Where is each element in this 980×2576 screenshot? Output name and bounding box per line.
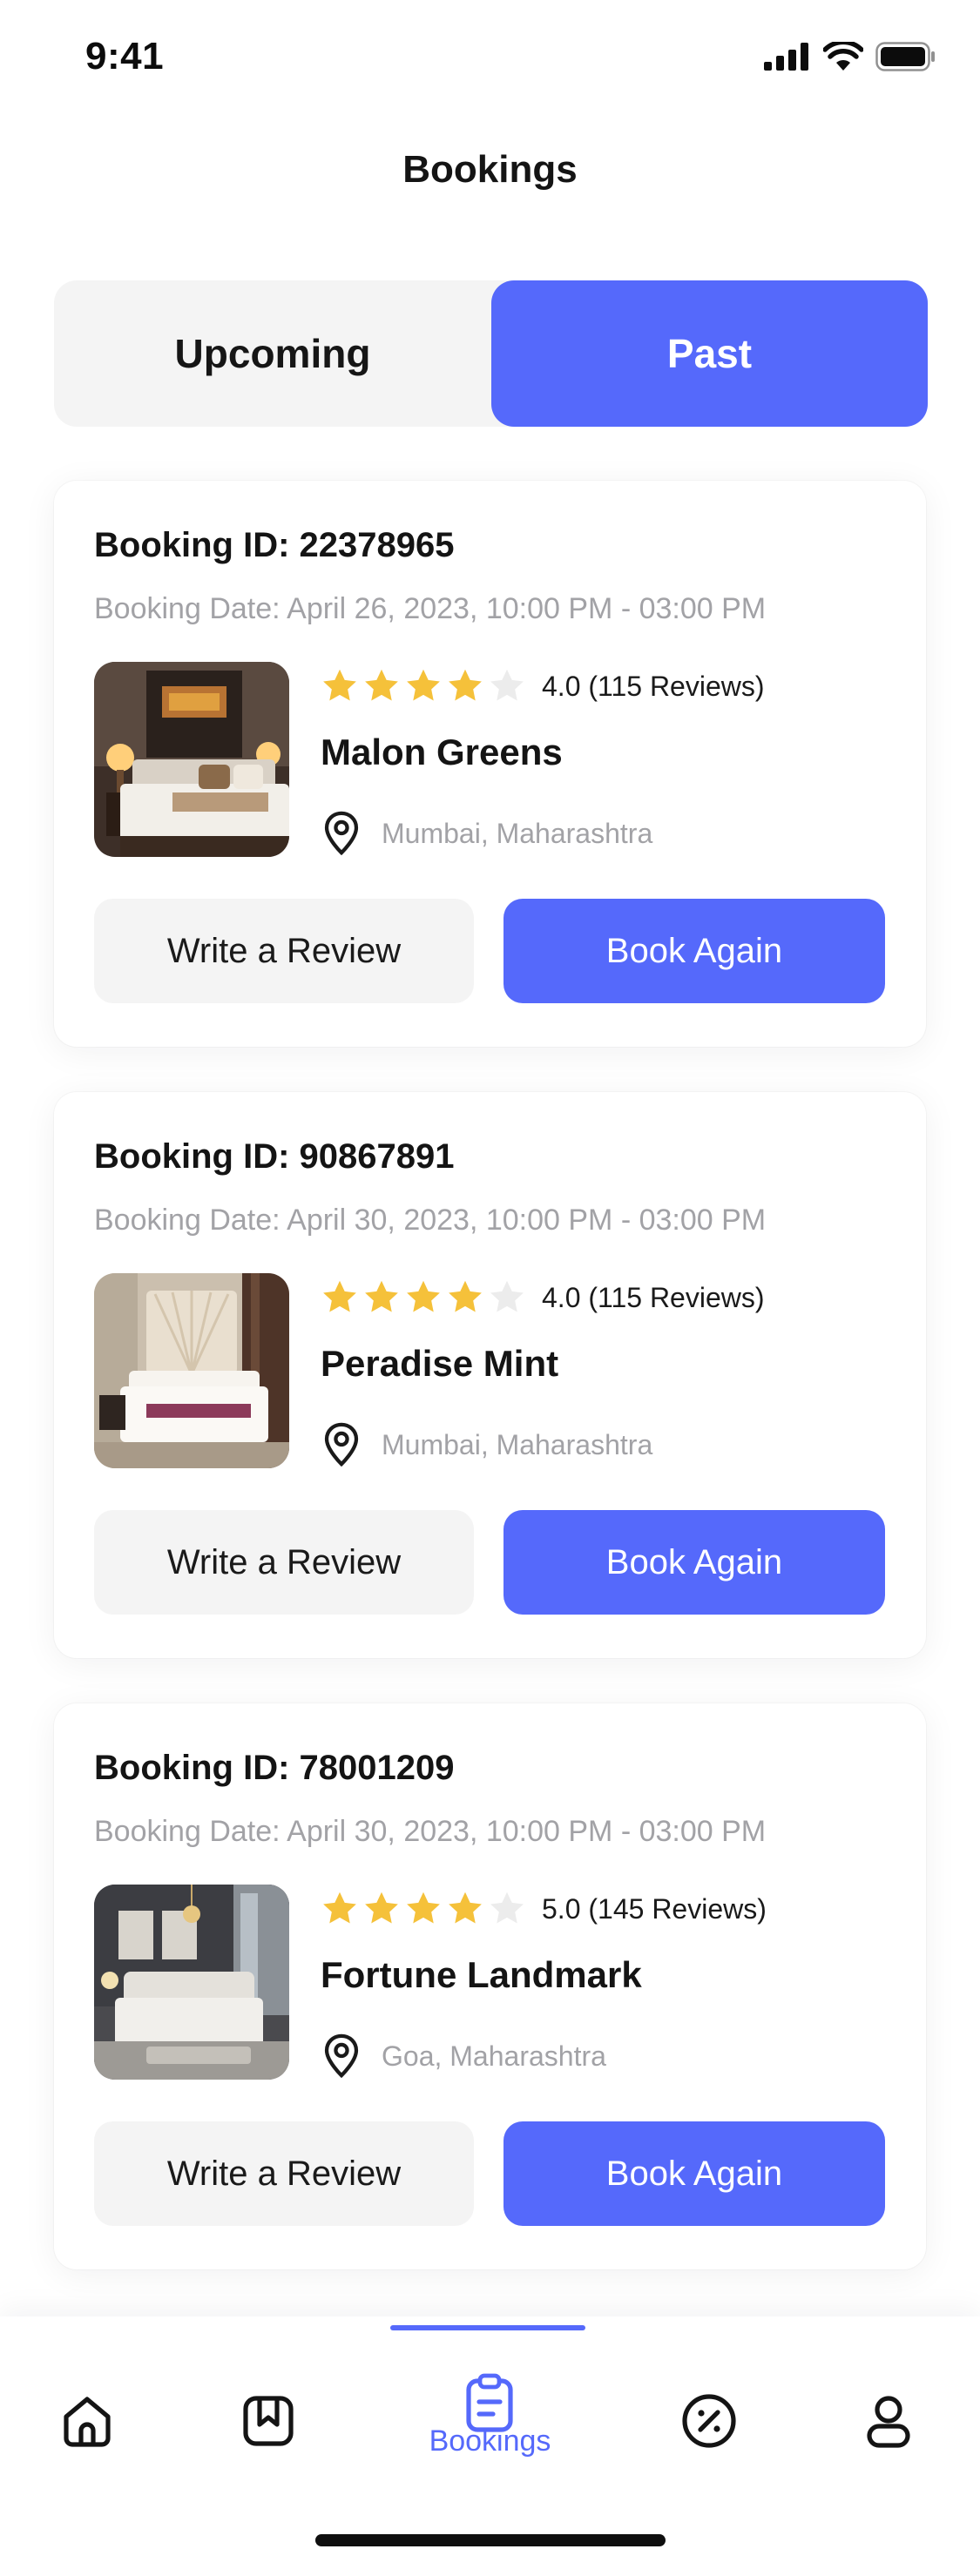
nav-bookings-label[interactable]: Bookings: [0, 2424, 980, 2458]
location-text: Goa, Maharashtra: [382, 2040, 606, 2072]
hotel-name: Malon Greens: [321, 732, 563, 772]
active-tab-indicator: [390, 2325, 585, 2330]
book-again-button[interactable]: Book Again: [504, 2121, 885, 2226]
rating-text: 4.0 (115 Reviews): [542, 670, 765, 702]
star-filled-icon: [323, 1892, 356, 1924]
battery-icon: [875, 42, 935, 71]
star-filled-icon: [449, 1892, 482, 1924]
booking-id: Booking ID: 78001209: [94, 1749, 455, 1787]
star-filled-icon: [365, 1892, 398, 1924]
booking-card[interactable]: Booking ID: 22378965 Booking Date: April…: [54, 481, 926, 1047]
star-rating: [321, 1890, 526, 1928]
status-bar: 9:41: [0, 0, 980, 113]
booking-card[interactable]: Booking ID: 90867891 Booking Date: April…: [54, 1092, 926, 1658]
booking-date: Booking Date: April 30, 2023, 10:00 PM -…: [94, 1815, 767, 1848]
booking-id: Booking ID: 22378965: [94, 526, 455, 564]
star-filled-icon: [407, 669, 440, 701]
location-text: Mumbai, Maharashtra: [382, 817, 653, 849]
booking-date: Booking Date: April 26, 2023, 10:00 PM -…: [94, 592, 767, 625]
star-rating: [321, 667, 526, 705]
rating-row: 4.0 (115 Reviews): [321, 1273, 765, 1322]
star-empty-icon: [490, 1892, 524, 1924]
discount-icon: [682, 2394, 736, 2448]
star-filled-icon: [323, 669, 356, 701]
star-filled-icon: [407, 1892, 440, 1924]
home-indicator: [315, 2534, 666, 2546]
location-pin-icon: [324, 2033, 359, 2079]
hotel-photo: [94, 1273, 289, 1468]
star-empty-icon: [490, 1280, 524, 1312]
star-filled-icon: [365, 669, 398, 701]
booking-id: Booking ID: 90867891: [94, 1137, 455, 1176]
tab-upcoming[interactable]: Upcoming: [54, 280, 491, 427]
status-icons: [764, 42, 936, 71]
star-filled-icon: [365, 1280, 398, 1312]
location-text: Mumbai, Maharashtra: [382, 1428, 653, 1460]
tab-past[interactable]: Past: [491, 280, 928, 427]
hotel-photo: [94, 662, 289, 857]
location-pin-icon: [324, 1422, 359, 1467]
signal-icon: [764, 43, 808, 71]
star-filled-icon: [407, 1280, 440, 1312]
rating-row: 4.0 (115 Reviews): [321, 662, 765, 711]
page-title: Bookings: [402, 148, 578, 191]
location-row: Goa, Maharashtra: [321, 2033, 606, 2080]
write-review-button[interactable]: Write a Review: [94, 1510, 474, 1615]
location-row: Mumbai, Maharashtra: [321, 1421, 652, 1468]
status-time: 9:41: [85, 35, 165, 78]
booking-tabs: Upcoming Past: [54, 280, 928, 427]
book-again-button[interactable]: Book Again: [504, 899, 885, 1003]
hotel-name: Fortune Landmark: [321, 1954, 642, 1995]
nav-offers[interactable]: [657, 2369, 761, 2473]
booking-date: Booking Date: April 30, 2023, 10:00 PM -…: [94, 1204, 767, 1237]
booking-card[interactable]: Booking ID: 78001209 Booking Date: April…: [54, 1703, 926, 2269]
nav-profile[interactable]: [836, 2369, 941, 2473]
star-empty-icon: [490, 669, 524, 701]
star-filled-icon: [323, 1280, 356, 1312]
star-filled-icon: [449, 1280, 482, 1312]
rating-row: 5.0 (145 Reviews): [321, 1885, 767, 1933]
hotel-name: Peradise Mint: [321, 1343, 559, 1384]
star-rating: [321, 1278, 526, 1317]
write-review-button[interactable]: Write a Review: [94, 899, 474, 1003]
book-again-button[interactable]: Book Again: [504, 1510, 885, 1615]
write-review-button[interactable]: Write a Review: [94, 2121, 474, 2226]
profile-icon: [867, 2396, 910, 2448]
location-pin-icon: [324, 811, 359, 856]
wifi-icon: [823, 42, 863, 71]
star-filled-icon: [449, 669, 482, 701]
location-row: Mumbai, Maharashtra: [321, 810, 652, 857]
rating-text: 4.0 (115 Reviews): [542, 1281, 765, 1313]
rating-text: 5.0 (145 Reviews): [542, 1892, 767, 1925]
hotel-photo: [94, 1885, 289, 2080]
